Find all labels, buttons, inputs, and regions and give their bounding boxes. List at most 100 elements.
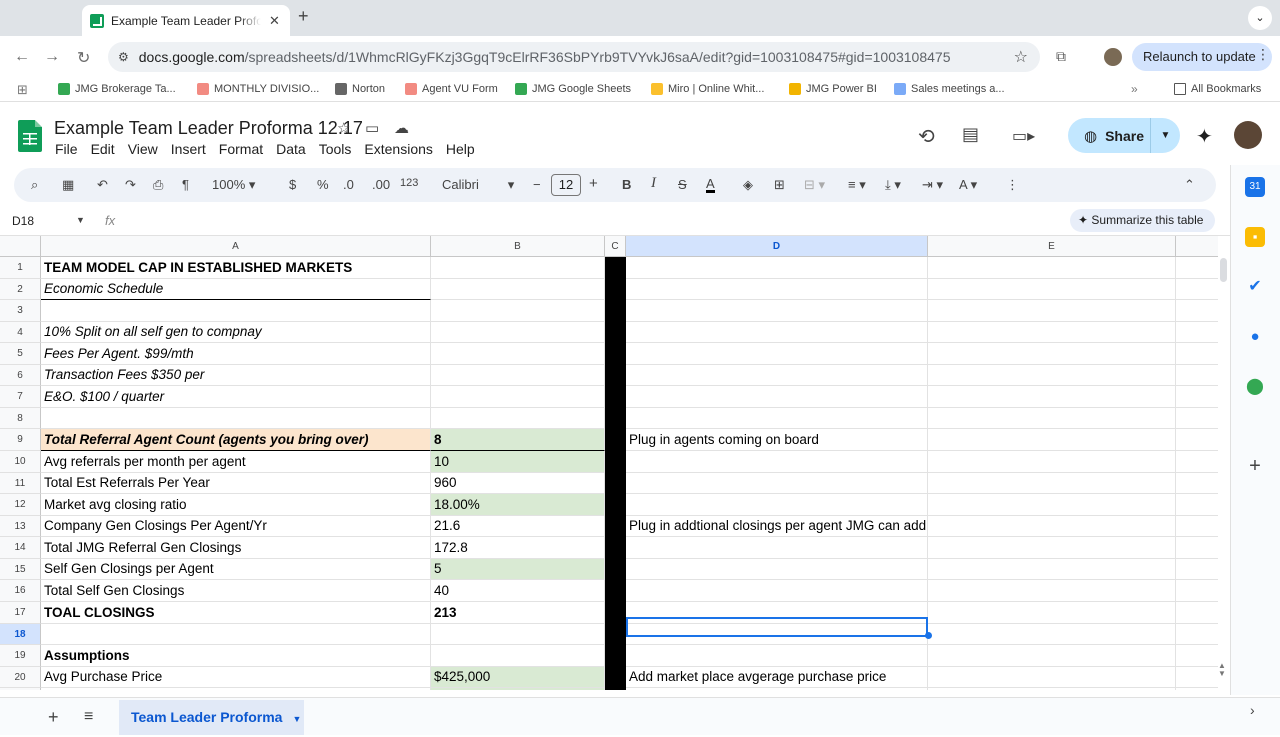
cell-e8[interactable] xyxy=(928,408,1176,429)
cell-b20[interactable]: $425,000 xyxy=(431,667,605,688)
all-bookmarks-folder[interactable]: All Bookmarks xyxy=(1174,83,1261,95)
cell-d8[interactable] xyxy=(626,408,928,429)
cell-f1[interactable] xyxy=(1176,257,1218,279)
keep-icon[interactable]: ▪ xyxy=(1245,227,1265,247)
cell-a7[interactable]: E&O. $100 / quarter xyxy=(41,386,431,408)
share-dropdown-chevron-icon[interactable]: ▼ xyxy=(1150,118,1180,153)
cell-e5[interactable] xyxy=(928,343,1176,365)
calendar-icon[interactable]: 31 xyxy=(1245,177,1265,197)
cell-a6[interactable]: Transaction Fees $350 per xyxy=(41,365,431,386)
comments-icon[interactable]: ▤ xyxy=(962,124,979,145)
cell-f8[interactable] xyxy=(1176,408,1218,429)
column-header-b[interactable]: B xyxy=(431,236,605,257)
cell-a9[interactable]: Total Referral Agent Count (agents you b… xyxy=(41,429,431,451)
cell-e6[interactable] xyxy=(928,365,1176,386)
cell-f19[interactable] xyxy=(1176,645,1218,667)
row-header[interactable]: 7 xyxy=(0,386,41,408)
cell-d13[interactable]: Plug in addtional closings per agent JMG… xyxy=(626,516,928,537)
decrease-font-size-button[interactable]: − xyxy=(533,177,541,192)
cell-d11[interactable] xyxy=(626,473,928,494)
cell-e13[interactable] xyxy=(928,516,1176,537)
cell-a13[interactable]: Company Gen Closings Per Agent/Yr xyxy=(41,516,431,537)
cell-e20[interactable] xyxy=(928,667,1176,688)
search-menus-icon[interactable]: ⌕ xyxy=(31,177,38,193)
more-bookmarks-chevron-icon[interactable]: » xyxy=(1131,82,1138,96)
cell-a4[interactable]: 10% Split on all self gen to compnay xyxy=(41,322,431,343)
cell-a11[interactable]: Total Est Referrals Per Year xyxy=(41,473,431,494)
cell-e14[interactable] xyxy=(928,537,1176,559)
cell-c20[interactable] xyxy=(605,667,626,688)
contacts-icon[interactable]: ● xyxy=(1245,327,1265,347)
cell-f2[interactable] xyxy=(1176,279,1218,300)
bookmark-item[interactable]: JMG Power BI xyxy=(789,83,877,95)
column-header-d[interactable]: D xyxy=(626,236,928,257)
cell-c4[interactable] xyxy=(605,322,626,343)
row-header[interactable]: 14 xyxy=(0,537,41,559)
text-rotation-icon[interactable]: A ▾ xyxy=(959,177,977,193)
cell-c15[interactable] xyxy=(605,559,626,580)
row-header[interactable]: 17 xyxy=(0,602,41,624)
row-header[interactable]: 6 xyxy=(0,365,41,386)
version-history-icon[interactable]: ⟲ xyxy=(918,124,935,149)
cell-c7[interactable] xyxy=(605,386,626,408)
column-header-a[interactable]: A xyxy=(41,236,431,257)
apps-grid-icon[interactable]: ⊞ xyxy=(17,82,28,98)
cell-e2[interactable] xyxy=(928,279,1176,300)
row-header[interactable]: 1 xyxy=(0,257,41,279)
vertical-scrollbar[interactable] xyxy=(1218,236,1230,690)
cell-e1[interactable] xyxy=(928,257,1176,279)
summarize-table-button[interactable]: ✦ Summarize this table xyxy=(1070,209,1215,232)
font-family-select[interactable]: Calibri ▾ xyxy=(442,177,514,193)
relaunch-button[interactable]: Relaunch to update xyxy=(1132,43,1272,71)
reload-icon[interactable]: ↻ xyxy=(77,48,90,68)
row-header[interactable]: 21 xyxy=(0,688,41,690)
cell-f10[interactable] xyxy=(1176,451,1218,473)
cell-d10[interactable] xyxy=(626,451,928,473)
row-header[interactable]: 16 xyxy=(0,580,41,602)
cell-e16[interactable] xyxy=(928,580,1176,602)
new-tab-button[interactable]: + xyxy=(298,6,309,27)
cell-b14[interactable]: 172.8 xyxy=(431,537,605,559)
menu-format[interactable]: Format xyxy=(219,141,263,157)
cell-d15[interactable] xyxy=(626,559,928,580)
bookmark-star-icon[interactable]: ☆ xyxy=(1014,47,1028,67)
close-tab-icon[interactable]: ✕ xyxy=(269,13,280,29)
cell-b6[interactable] xyxy=(431,365,605,386)
cell-a5[interactable]: Fees Per Agent. $99/mth xyxy=(41,343,431,365)
cell-d9[interactable]: Plug in agents coming on board xyxy=(626,429,928,451)
cell-f13[interactable] xyxy=(1176,516,1218,537)
cell-d6[interactable] xyxy=(626,365,928,386)
print-icon[interactable]: ⎙ xyxy=(153,177,163,193)
cell-d16[interactable] xyxy=(626,580,928,602)
cell-b7[interactable] xyxy=(431,386,605,408)
percent-format-button[interactable]: % xyxy=(317,177,329,192)
bookmark-item[interactable]: JMG Google Sheets xyxy=(515,83,631,95)
cell-b9[interactable]: 8 xyxy=(431,429,605,451)
row-header[interactable]: 11 xyxy=(0,473,41,494)
cell-c8[interactable] xyxy=(605,408,626,429)
meet-camera-icon[interactable]: ▭▸ xyxy=(1012,126,1035,146)
sheet-tab-dropdown-icon[interactable]: ▼ xyxy=(292,714,301,724)
cell-c16[interactable] xyxy=(605,580,626,602)
menu-edit[interactable]: Edit xyxy=(91,141,115,157)
cell-d12[interactable] xyxy=(626,494,928,516)
menu-file[interactable]: File xyxy=(55,141,78,157)
cell-b3[interactable] xyxy=(431,300,605,322)
cell-b2[interactable] xyxy=(431,279,605,300)
merge-cells-icon[interactable]: ⊟ ▾ xyxy=(804,177,825,193)
cell-a20[interactable]: Avg Purchase Price xyxy=(41,667,431,688)
cell-e7[interactable] xyxy=(928,386,1176,408)
scroll-arrows-icon[interactable]: ▲ ▼ xyxy=(1218,662,1226,678)
redo-icon[interactable]: ↷ xyxy=(125,177,136,193)
row-header[interactable]: 9 xyxy=(0,429,41,451)
cell-d1[interactable] xyxy=(626,257,928,279)
cell-e9[interactable] xyxy=(928,429,1176,451)
cell-b16[interactable]: 40 xyxy=(431,580,605,602)
increase-font-size-button[interactable]: + xyxy=(589,175,598,192)
cell-a16[interactable]: Total Self Gen Closings xyxy=(41,580,431,602)
cell-f7[interactable] xyxy=(1176,386,1218,408)
spreadsheet-grid[interactable]: A B C D E 1 TEAM MODEL CAP IN ESTABLISHED… xyxy=(0,236,1218,690)
cell-c5[interactable] xyxy=(605,343,626,365)
decrease-decimal-button[interactable]: .0 xyxy=(343,177,354,192)
bookmark-item[interactable]: Norton xyxy=(335,83,385,95)
